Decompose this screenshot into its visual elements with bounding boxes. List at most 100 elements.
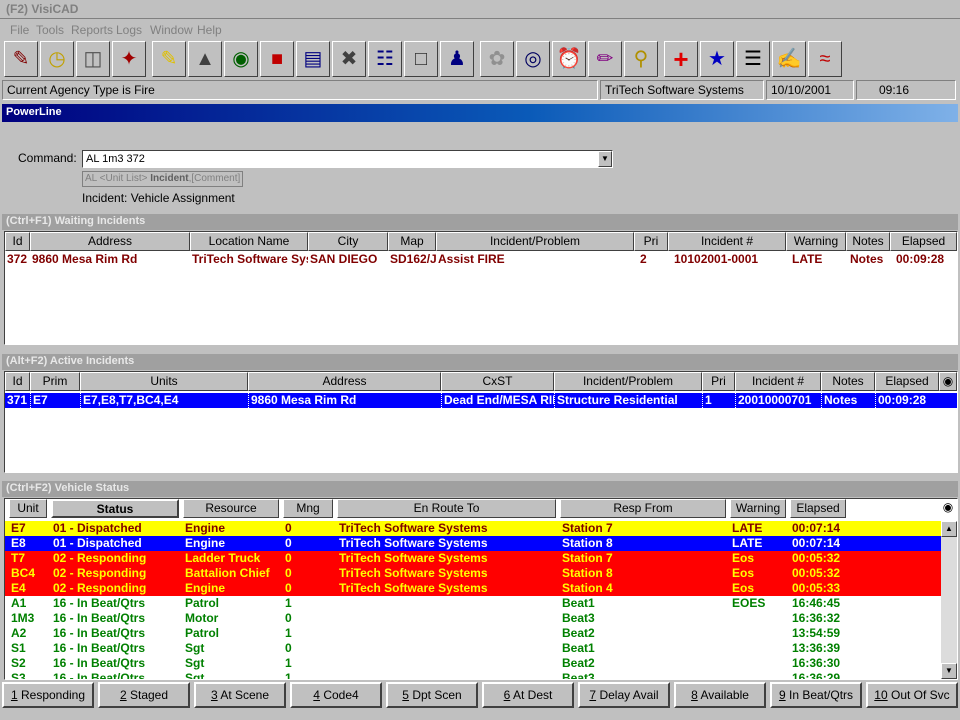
- scroll-down-icon[interactable]: ▼: [941, 663, 957, 679]
- vehicle-row[interactable]: E8 01 - Dispatched Engine 0 TriTech Software…: [5, 536, 941, 551]
- vehicle-row[interactable]: S3 16 - In Beat/Qtrs Sgt 1 Beat3 16:36:29: [5, 671, 941, 679]
- cell-units: E7,E8,T7,BC4,E4: [80, 393, 248, 408]
- status-button-2[interactable]: 2 Staged: [98, 682, 190, 708]
- command-dropdown-icon[interactable]: ▼: [598, 151, 612, 167]
- status-button-9[interactable]: 9 In Beat/Qtrs: [770, 682, 862, 708]
- address-book-icon[interactable]: ✎: [4, 41, 38, 77]
- col-units[interactable]: Units: [80, 372, 248, 391]
- col-incident-number[interactable]: Incident #: [735, 372, 821, 391]
- cell-unit: A2: [11, 626, 27, 640]
- col-elapsed[interactable]: Elapsed: [790, 499, 846, 518]
- menu-logs[interactable]: Logs: [116, 23, 142, 37]
- col-status[interactable]: Status: [51, 499, 179, 518]
- trash-icon[interactable]: ◫: [76, 41, 110, 77]
- col-resp-from[interactable]: Resp From: [560, 499, 726, 518]
- cell-status: 01 - Dispatched: [53, 536, 142, 550]
- highlighter-icon[interactable]: ✎: [152, 41, 186, 77]
- list-icon[interactable]: ☰: [736, 41, 770, 77]
- col-address[interactable]: Address: [248, 372, 441, 391]
- col-unit[interactable]: Unit: [9, 499, 47, 518]
- col-warning[interactable]: Warning: [730, 499, 786, 518]
- fire-truck-icon[interactable]: ■: [260, 41, 294, 77]
- document-icon[interactable]: ☷: [368, 41, 402, 77]
- col-notes[interactable]: Notes: [821, 372, 875, 391]
- col-elapsed[interactable]: Elapsed: [875, 372, 939, 391]
- button-label: Dpt Scen: [412, 688, 462, 702]
- alarm-icon[interactable]: ⏰: [552, 41, 586, 77]
- vehicle-row[interactable]: S1 16 - In Beat/Qtrs Sgt 0 Beat1 13:36:39: [5, 641, 941, 656]
- vehicle-row[interactable]: A1 16 - In Beat/Qtrs Patrol 1 Beat1 EOES 16:46…: [5, 596, 941, 611]
- status-button-5[interactable]: 5 Dpt Scen: [386, 682, 478, 708]
- status-button-6[interactable]: 6 At Dest: [482, 682, 574, 708]
- red-cross-icon[interactable]: +: [664, 41, 698, 77]
- chart-icon[interactable]: ≈: [808, 41, 842, 77]
- vehicle-row[interactable]: A2 16 - In Beat/Qtrs Patrol 1 Beat2 13:54:59: [5, 626, 941, 641]
- col-prim[interactable]: Prim: [30, 372, 80, 391]
- col-pri[interactable]: Pri: [634, 232, 668, 251]
- command-input[interactable]: [82, 150, 613, 168]
- printer-icon[interactable]: ▤: [296, 41, 330, 77]
- col-elapsed[interactable]: Elapsed: [890, 232, 957, 251]
- col-pri[interactable]: Pri: [702, 372, 735, 391]
- network-icon[interactable]: ✦: [112, 41, 146, 77]
- status-button-3[interactable]: 3 At Scene: [194, 682, 286, 708]
- cell-unit: BC4: [11, 566, 36, 580]
- cell-en-route-to: TriTech Software Systems: [339, 521, 488, 535]
- badge-icon[interactable]: ★: [700, 41, 734, 77]
- eye-icon[interactable]: ◎: [516, 41, 550, 77]
- vehicle-scrollbar[interactable]: ▲ ▼: [941, 521, 957, 679]
- col-resource[interactable]: Resource: [183, 499, 279, 518]
- globe-icon[interactable]: ◉: [224, 41, 258, 77]
- vehicle-row[interactable]: 1M3 16 - In Beat/Qtrs Motor 0 Beat3 16:36:32: [5, 611, 941, 626]
- col-id[interactable]: Id: [5, 232, 30, 251]
- status-button-7[interactable]: 7 Delay Avail: [578, 682, 670, 708]
- scroll-up-icon[interactable]: ▲: [941, 521, 957, 537]
- button-hotkey: 7: [589, 688, 597, 702]
- col-incident-number[interactable]: Incident #: [668, 232, 786, 251]
- col-location-name[interactable]: Location Name: [190, 232, 308, 251]
- people-icon[interactable]: ♟: [440, 41, 474, 77]
- menu-reports[interactable]: Reports: [71, 23, 113, 37]
- col-id[interactable]: Id: [5, 372, 30, 391]
- clock-icon[interactable]: ◷: [40, 41, 74, 77]
- menu-file[interactable]: File: [10, 23, 29, 37]
- menu-window[interactable]: Window: [150, 23, 193, 37]
- book-icon[interactable]: □: [404, 41, 438, 77]
- radio-tower-icon[interactable]: ▲: [188, 41, 222, 77]
- signature-icon[interactable]: ✏: [588, 41, 622, 77]
- binoculars-icon[interactable]: ◉: [939, 372, 957, 391]
- col-en-route-to[interactable]: En Route To: [337, 499, 556, 518]
- col-warning[interactable]: Warning: [786, 232, 846, 251]
- vehicle-row[interactable]: T7 02 - Responding Ladder Truck 0 TriTech So…: [5, 551, 941, 566]
- cell-status: 16 - In Beat/Qtrs: [53, 656, 146, 670]
- col-address[interactable]: Address: [30, 232, 190, 251]
- vehicle-row[interactable]: S2 16 - In Beat/Qtrs Sgt 1 Beat2 16:36:30: [5, 656, 941, 671]
- binoculars-icon[interactable]: ◉: [939, 499, 957, 518]
- key-icon[interactable]: ⚲: [624, 41, 658, 77]
- vehicle-row[interactable]: E7 01 - Dispatched Engine 0 TriTech Software…: [5, 521, 941, 536]
- status-button-1[interactable]: 1 Responding: [2, 682, 94, 708]
- vehicle-row[interactable]: BC4 02 - Responding Battalion Chief 0 TriTec…: [5, 566, 941, 581]
- menu-tools[interactable]: Tools: [36, 23, 64, 37]
- tools-icon[interactable]: ✖: [332, 41, 366, 77]
- col-cxst[interactable]: CxST: [441, 372, 554, 391]
- handshake-icon[interactable]: ✿: [480, 41, 514, 77]
- col-notes[interactable]: Notes: [846, 232, 890, 251]
- col-city[interactable]: City: [308, 232, 388, 251]
- col-map[interactable]: Map: [388, 232, 436, 251]
- col-incident-problem[interactable]: Incident/Problem: [554, 372, 702, 391]
- status-button-8[interactable]: 8 Available: [674, 682, 766, 708]
- col-mng[interactable]: Mng: [283, 499, 333, 518]
- status-button-4[interactable]: 4 Code4: [290, 682, 382, 708]
- notepad-icon[interactable]: ✍: [772, 41, 806, 77]
- cell-warning: LATE: [732, 536, 763, 550]
- cell-elapsed: 16:36:30: [792, 656, 841, 670]
- menu-help[interactable]: Help: [197, 23, 222, 37]
- cell-mng: 0: [285, 551, 292, 565]
- table-row[interactable]: 372 9860 Mesa Rim Rd TriTech Software Sy…: [5, 252, 957, 267]
- table-row[interactable]: 371 E7 E7,E8,T7,BC4,E4 9860 Mesa Rim Rd …: [5, 393, 957, 408]
- vehicle-row[interactable]: E4 02 - Responding Engine 0 TriTech Software…: [5, 581, 941, 596]
- col-incident-problem[interactable]: Incident/Problem: [436, 232, 634, 251]
- status-button-10[interactable]: 10 Out Of Svc: [866, 682, 958, 708]
- cell-resp-from: Beat3: [562, 611, 595, 625]
